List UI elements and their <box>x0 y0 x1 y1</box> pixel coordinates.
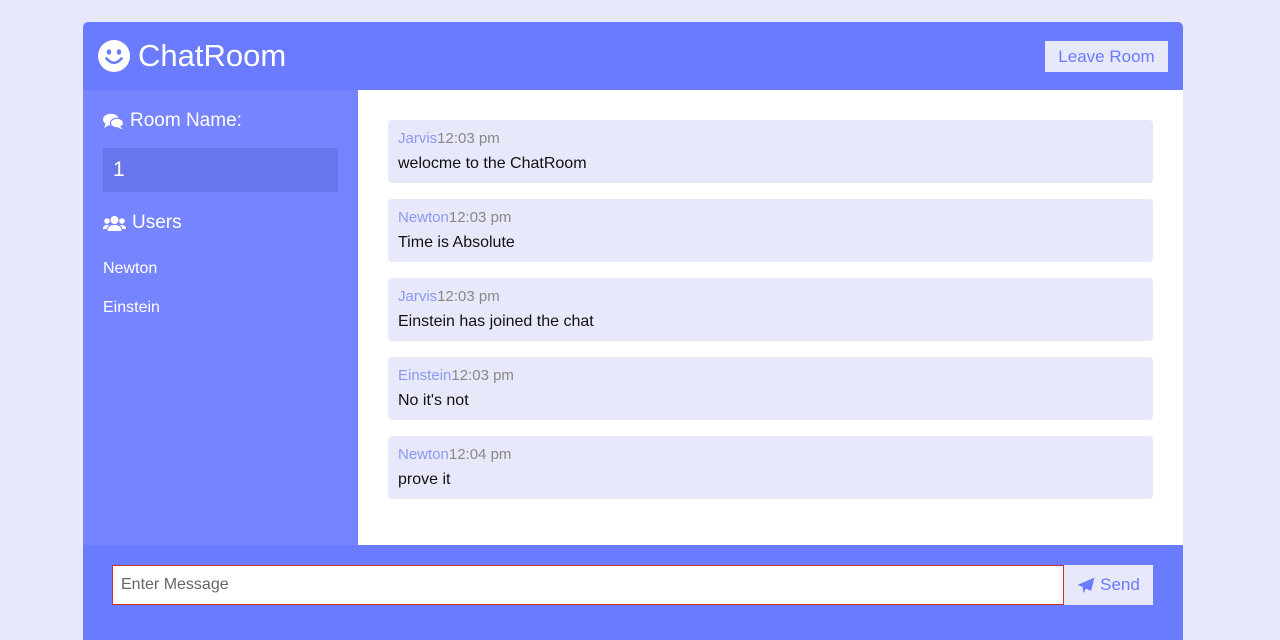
send-button[interactable]: Send <box>1064 565 1153 605</box>
sidebar: Room Name: 1 Users Newton Einstein <box>83 90 358 545</box>
message-meta: Newton12:03 pm <box>398 209 1143 227</box>
users-icon <box>103 215 132 232</box>
leave-room-button[interactable]: Leave Room <box>1045 41 1168 72</box>
comments-icon <box>103 113 130 130</box>
message-input[interactable] <box>112 565 1064 605</box>
message: Newton12:03 pm Time is Absolute <box>388 199 1153 262</box>
chat-header: ChatRoom Leave Room <box>83 22 1183 90</box>
users-heading: Users <box>103 212 182 234</box>
room-name-heading: Room Name: <box>103 110 242 132</box>
message-meta: Einstein12:03 pm <box>398 367 1143 385</box>
message: Jarvis12:03 pm Einstein has joined the c… <box>388 278 1153 341</box>
message-meta: Newton12:04 pm <box>398 446 1143 464</box>
message: Newton12:04 pm prove it <box>388 436 1153 499</box>
message-time: 12:03 pm <box>437 130 500 147</box>
user-item: Newton <box>103 260 158 277</box>
room-name-value: 1 <box>103 148 338 192</box>
message-meta: Jarvis12:03 pm <box>398 130 1143 148</box>
message-text: No it's not <box>398 392 469 409</box>
message-author: Einstein <box>398 367 452 384</box>
message-text: welocme to the ChatRoom <box>398 155 587 172</box>
chat-messages[interactable]: Jarvis12:03 pm welocme to the ChatRoom N… <box>388 120 1153 515</box>
message-author: Jarvis <box>398 288 438 305</box>
smile-icon <box>98 40 130 72</box>
message-time: 12:03 pm <box>451 367 514 384</box>
message-time: 12:04 pm <box>448 446 512 463</box>
user-item: Einstein <box>103 299 160 316</box>
message: Jarvis12:03 pm welocme to the ChatRoom <box>388 120 1153 183</box>
message-author: Jarvis <box>398 130 438 147</box>
users-heading-label: Users <box>132 212 182 233</box>
brand: ChatRoom <box>98 39 286 73</box>
message-text: Einstein has joined the chat <box>398 313 594 330</box>
paper-plane-icon <box>1077 577 1100 594</box>
room-name-heading-label: Room Name: <box>130 110 242 131</box>
app-title: ChatRoom <box>138 38 287 73</box>
message-author: Newton <box>398 209 449 226</box>
message-text: Time is Absolute <box>398 234 515 251</box>
message-meta: Jarvis12:03 pm <box>398 288 1143 306</box>
message: Einstein12:03 pm No it's not <box>388 357 1153 420</box>
message-text: prove it <box>398 471 451 488</box>
chat-container: ChatRoom Leave Room Room Name: 1 Users N… <box>83 22 1183 640</box>
message-time: 12:03 pm <box>448 209 512 226</box>
message-form: Send <box>83 545 1183 640</box>
message-author: Newton <box>398 446 449 463</box>
message-time: 12:03 pm <box>437 288 500 305</box>
users-list: Newton Einstein <box>103 257 160 335</box>
send-button-label: Send <box>1100 575 1140 594</box>
